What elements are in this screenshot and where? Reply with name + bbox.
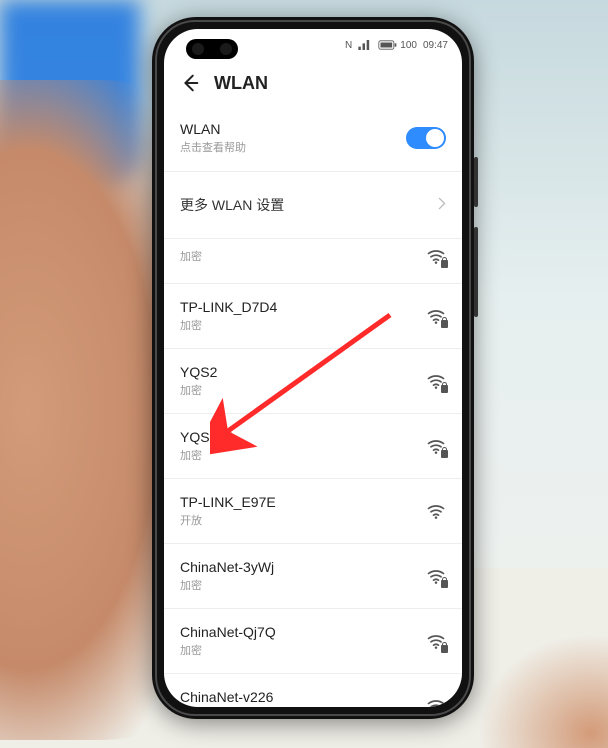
wifi-icon <box>426 306 446 326</box>
network-row[interactable]: YQS605 加密 <box>164 414 462 479</box>
network-security: 加密 <box>180 577 416 593</box>
network-ssid: TP-LINK_D7D4 <box>180 299 416 315</box>
back-arrow-icon <box>179 72 201 94</box>
network-ssid: ChinaNet-Qj7Q <box>180 624 416 640</box>
page-title: WLAN <box>214 73 268 94</box>
network-security: 加密 <box>180 317 416 333</box>
network-security: 加密 <box>180 447 416 463</box>
network-row[interactable]: ChinaNet-3yWj 加密 <box>164 544 462 609</box>
header-bar: WLAN <box>164 61 462 105</box>
wifi-icon <box>426 246 446 266</box>
lock-icon <box>441 320 448 328</box>
network-row[interactable]: TP-LINK_E97E 开放 <box>164 479 462 544</box>
network-security: 加密 <box>180 382 416 398</box>
lock-icon <box>441 385 448 393</box>
network-row[interactable]: ChinaNet-v226加密 <box>164 674 462 707</box>
chevron-right-icon <box>438 197 446 213</box>
network-row[interactable]: ChinaNet-Qj7Q 加密 <box>164 609 462 674</box>
network-row[interactable]: YQS2 加密 <box>164 349 462 414</box>
network-row-partial[interactable]: 加密 <box>164 239 462 284</box>
wifi-icon <box>426 696 446 707</box>
wlan-master-toggle-row[interactable]: WLAN 点击查看帮助 <box>164 105 462 172</box>
network-ssid: ChinaNet-v226 <box>180 689 416 705</box>
signal-icon <box>358 40 372 50</box>
lock-icon <box>441 580 448 588</box>
lock-icon <box>441 450 448 458</box>
more-wlan-settings-row[interactable]: 更多 WLAN 设置 <box>164 172 462 239</box>
screen: N 100 09:47 WLAN WLAN 点击查看帮助 <box>164 29 462 707</box>
more-wlan-label: 更多 WLAN 设置 <box>180 195 428 215</box>
network-security: 加密 <box>180 248 416 264</box>
wlan-label: WLAN <box>180 121 396 137</box>
network-row[interactable]: TP-LINK_D7D4 加密 <box>164 284 462 349</box>
camera-cutout <box>186 39 238 59</box>
network-ssid: TP-LINK_E97E <box>180 494 416 510</box>
network-security: 开放 <box>180 512 416 528</box>
wifi-icon <box>426 501 446 521</box>
nfc-icon: N <box>345 40 352 51</box>
wifi-icon <box>426 566 446 586</box>
wifi-icon <box>426 371 446 391</box>
network-ssid: YQS605 <box>180 429 416 445</box>
network-security: 加密 <box>180 642 416 658</box>
network-ssid: YQS2 <box>180 364 416 380</box>
network-ssid: ChinaNet-3yWj <box>180 559 416 575</box>
lock-icon <box>441 260 448 268</box>
content-scroll[interactable]: WLAN 点击查看帮助 更多 WLAN 设置 加密 <box>164 105 462 707</box>
clock: 09:47 <box>423 40 448 51</box>
back-button[interactable] <box>174 67 206 99</box>
wlan-hint: 点击查看帮助 <box>180 139 396 155</box>
lock-icon <box>441 645 448 653</box>
phone-frame: N 100 09:47 WLAN WLAN 点击查看帮助 <box>152 17 474 719</box>
wifi-icon <box>426 436 446 456</box>
wlan-toggle-switch[interactable] <box>406 127 446 149</box>
battery-icon: 100 <box>378 40 417 51</box>
wifi-icon <box>426 631 446 651</box>
